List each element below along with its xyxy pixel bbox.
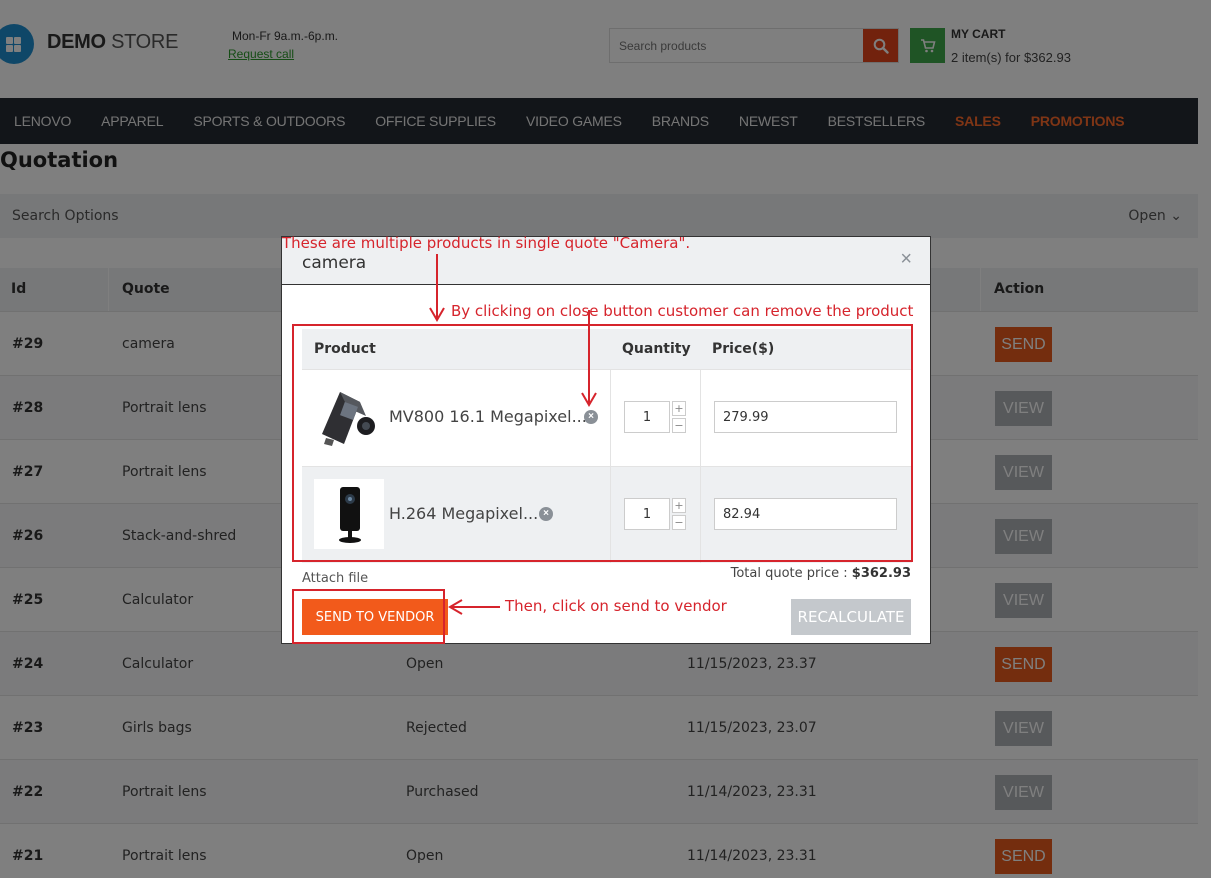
annotation-send-vendor: Then, click on send to vendor bbox=[505, 597, 727, 615]
products-highlight-box bbox=[292, 324, 913, 562]
modal-close-button[interactable]: × bbox=[900, 249, 912, 269]
total-quote-price: Total quote price : $362.93 bbox=[730, 566, 911, 581]
recalculate-button[interactable]: RECALCULATE bbox=[791, 599, 911, 635]
send-vendor-highlight-box bbox=[292, 589, 445, 644]
annotation-multiple-products: These are multiple products in single qu… bbox=[282, 234, 691, 252]
modal-title: camera bbox=[302, 253, 367, 273]
attach-file-link[interactable]: Attach file bbox=[302, 571, 368, 586]
annotation-close-remove: By clicking on close button customer can… bbox=[451, 302, 914, 320]
